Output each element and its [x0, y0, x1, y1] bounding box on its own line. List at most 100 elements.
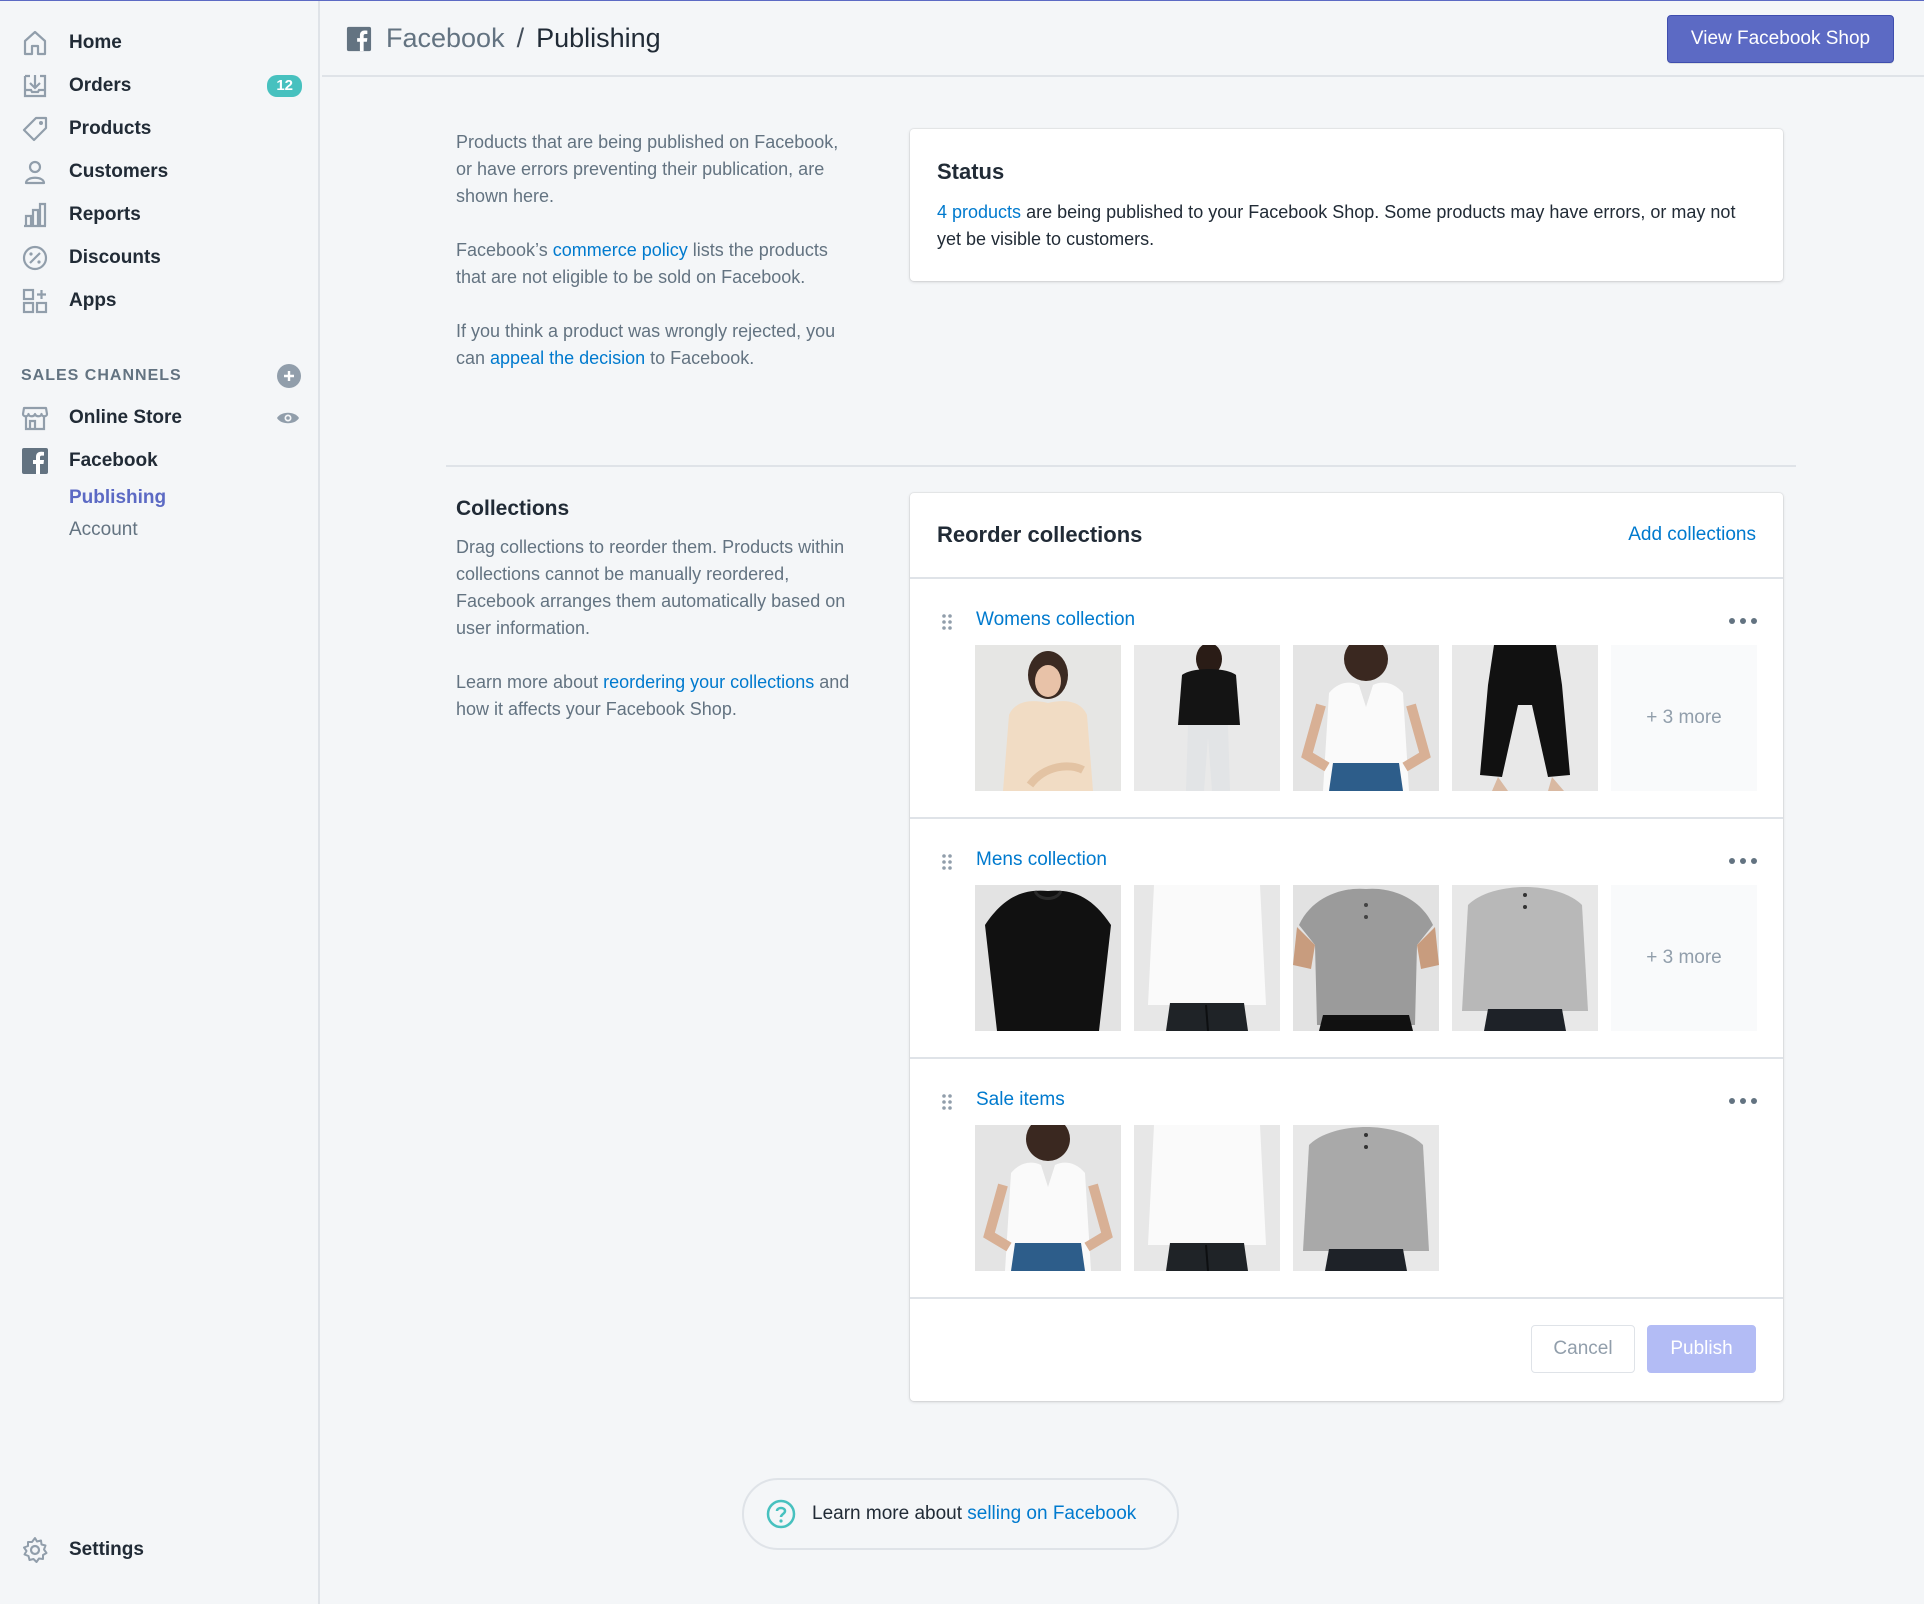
more-actions-icon[interactable]	[1729, 849, 1757, 873]
customer-icon	[20, 157, 50, 187]
product-thumbnails	[975, 1125, 1452, 1271]
products-count-link[interactable]: 4 products	[937, 202, 1021, 222]
reports-icon	[20, 200, 50, 230]
reorder-card-header: Reorder collections Add collections	[910, 493, 1783, 579]
sidebar-item-label: Online Store	[69, 406, 182, 428]
add-channel-icon[interactable]	[277, 364, 301, 388]
sidebar-subitem-account[interactable]: Account	[69, 514, 300, 546]
cancel-button[interactable]: Cancel	[1531, 1325, 1635, 1373]
sales-channels-header: SALES CHANNELS	[21, 361, 301, 391]
tag-icon	[20, 114, 50, 144]
collection-row[interactable]: Womens collection + 3 more	[910, 579, 1783, 819]
commerce-policy-link[interactable]: commerce policy	[553, 240, 688, 260]
product-thumbnails: + 3 more	[975, 885, 1757, 1031]
sidebar-item-online-store[interactable]: Online Store	[20, 396, 300, 439]
product-thumbnails: + 3 more	[975, 645, 1757, 791]
sidebar-item-label: Customers	[69, 160, 169, 182]
add-collections-link[interactable]: Add collections	[1628, 524, 1756, 546]
sidebar-item-discounts[interactable]: Discounts	[20, 236, 300, 279]
product-thumbnail	[975, 885, 1121, 1031]
sidebar-item-label: Products	[69, 117, 152, 139]
sidebar-item-home[interactable]: Home	[20, 21, 300, 64]
drag-handle-icon[interactable]	[940, 853, 954, 871]
status-text: 4 products are being published to your F…	[937, 199, 1756, 253]
product-thumbnail	[975, 645, 1121, 791]
product-thumbnail	[1452, 645, 1598, 791]
orders-icon	[20, 71, 50, 101]
sidebar-item-products[interactable]: Products	[20, 107, 300, 150]
text-span: Facebook’s	[456, 240, 553, 260]
product-thumbnail	[1134, 885, 1280, 1031]
publish-button[interactable]: Publish	[1647, 1325, 1756, 1373]
orders-count-badge: 12	[267, 74, 302, 97]
gear-icon	[20, 1535, 50, 1565]
view-facebook-shop-button[interactable]: View Facebook Shop	[1667, 15, 1894, 63]
breadcrumb: Facebook / Publishing	[346, 23, 661, 54]
sidebar: Home Orders 12 Products Customers Report…	[0, 1, 320, 1604]
sidebar-subitem-publishing[interactable]: Publishing	[69, 482, 300, 514]
collection-row[interactable]: Mens collection + 3 more	[910, 819, 1783, 1059]
intro-text-3: If you think a product was wrongly rejec…	[456, 318, 856, 372]
sidebar-item-customers[interactable]: Customers	[20, 150, 300, 193]
product-thumbnail	[1293, 1125, 1439, 1271]
sales-channels-list: Online Store Facebook Publishing Account	[20, 396, 300, 546]
text-span: to Facebook.	[645, 348, 755, 368]
reorder-collections-card: Reorder collections Add collections Wome…	[910, 493, 1783, 1401]
sidebar-item-settings[interactable]: Settings	[20, 1528, 300, 1571]
apps-icon	[20, 286, 50, 316]
settings-nav: Settings	[20, 1528, 300, 1571]
help-footer: Learn more about selling on Facebook	[742, 1478, 1179, 1550]
facebook-icon	[346, 26, 372, 52]
product-thumbnail	[975, 1125, 1121, 1271]
status-card: Status 4 products are being published to…	[910, 129, 1783, 281]
product-thumbnail	[1134, 645, 1280, 791]
sidebar-item-facebook[interactable]: Facebook	[20, 439, 300, 482]
reorder-title: Reorder collections	[937, 522, 1143, 547]
more-products-tile[interactable]: + 3 more	[1611, 645, 1757, 791]
help-text: Learn more about	[812, 1503, 968, 1524]
selling-on-facebook-link[interactable]: selling on Facebook	[967, 1503, 1136, 1525]
top-bar: Facebook / Publishing View Facebook Shop	[322, 1, 1924, 77]
sales-channels-heading: SALES CHANNELS	[21, 367, 182, 384]
status-title: Status	[937, 159, 1005, 184]
sidebar-item-label: Orders	[69, 74, 132, 96]
sidebar-item-label: Discounts	[69, 246, 161, 268]
sidebar-item-reports[interactable]: Reports	[20, 193, 300, 236]
sidebar-item-label: Reports	[69, 203, 141, 225]
breadcrumb-separator: /	[516, 23, 525, 53]
breadcrumb-parent[interactable]: Facebook	[386, 23, 505, 54]
product-thumbnail	[1293, 885, 1439, 1031]
sidebar-item-label: Apps	[69, 289, 117, 311]
reordering-collections-link[interactable]: reordering your collections	[603, 672, 814, 692]
more-actions-icon[interactable]	[1729, 1089, 1757, 1113]
discount-icon	[20, 243, 50, 273]
store-icon	[20, 403, 50, 433]
more-actions-icon[interactable]	[1729, 609, 1757, 633]
sidebar-item-label: Facebook	[69, 449, 158, 471]
intro-text-1: Products that are being published on Fac…	[456, 132, 839, 206]
sidebar-item-orders[interactable]: Orders 12	[20, 64, 302, 107]
more-products-tile[interactable]: + 3 more	[1611, 885, 1757, 1031]
collection-title-link[interactable]: Womens collection	[976, 609, 1135, 631]
appeal-decision-link[interactable]: appeal the decision	[490, 348, 645, 368]
collection-title-link[interactable]: Sale items	[976, 1089, 1065, 1111]
sidebar-item-apps[interactable]: Apps	[20, 279, 300, 322]
home-icon	[20, 28, 50, 58]
collection-row[interactable]: Sale items	[910, 1059, 1783, 1299]
help-question-icon	[766, 1499, 796, 1529]
drag-handle-icon[interactable]	[940, 1093, 954, 1111]
sidebar-item-label: Home	[69, 31, 122, 53]
intro-description: Products that are being published on Fac…	[456, 129, 856, 399]
sidebar-item-label: Settings	[69, 1538, 144, 1560]
section-divider	[446, 465, 1796, 467]
collection-title-link[interactable]: Mens collection	[976, 849, 1107, 871]
collections-title: Collections	[456, 497, 570, 520]
text-span: are being published to your Facebook Sho…	[937, 202, 1736, 249]
intro-text-2: Facebook’s commerce policy lists the pro…	[456, 237, 856, 291]
product-thumbnail	[1452, 885, 1598, 1031]
product-thumbnail	[1293, 645, 1439, 791]
eye-icon[interactable]	[276, 410, 300, 426]
drag-handle-icon[interactable]	[940, 613, 954, 631]
text-span: Learn more about	[456, 672, 604, 692]
collections-text-2: Learn more about reordering your collect…	[456, 669, 856, 723]
